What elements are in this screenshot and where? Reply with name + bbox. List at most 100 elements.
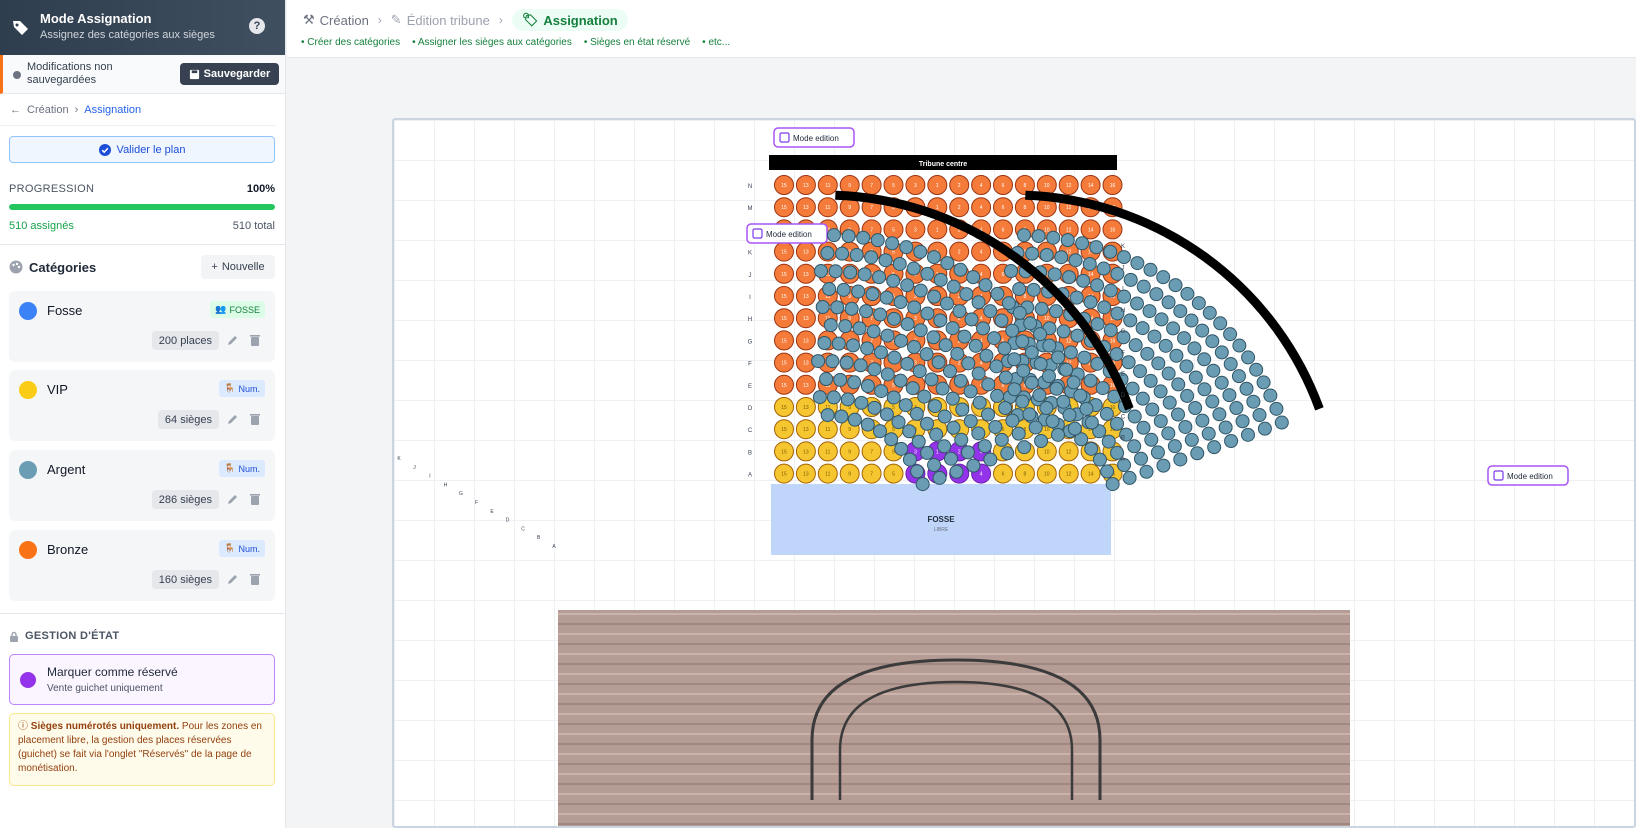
seat[interactable] [1257, 421, 1272, 436]
seat[interactable] [886, 273, 901, 288]
step-creation[interactable]: ⚒ Création [303, 12, 369, 28]
seat[interactable] [867, 362, 882, 377]
seat[interactable] [1103, 323, 1118, 338]
seat[interactable] [1007, 382, 1022, 397]
seat[interactable] [963, 414, 978, 429]
seat[interactable] [1117, 289, 1132, 304]
trash-icon[interactable] [248, 572, 262, 586]
seat[interactable] [1184, 432, 1199, 447]
seat[interactable] [1103, 244, 1118, 259]
seat[interactable] [1034, 301, 1049, 316]
seat[interactable] [1188, 400, 1203, 415]
seat[interactable] [907, 340, 922, 355]
seat[interactable] [873, 307, 888, 322]
seat[interactable] [1167, 439, 1182, 454]
seat[interactable] [987, 331, 1002, 346]
pencil-icon[interactable] [226, 412, 240, 426]
seat[interactable] [847, 375, 862, 390]
seat[interactable] [963, 384, 978, 399]
seat[interactable] [859, 304, 874, 319]
seat[interactable] [976, 321, 991, 336]
seat[interactable] [1252, 408, 1267, 423]
seat[interactable] [872, 270, 887, 285]
seat[interactable] [917, 389, 932, 404]
seat[interactable] [1169, 348, 1184, 363]
seat[interactable] [866, 324, 881, 339]
seat[interactable] [1084, 415, 1099, 430]
seat[interactable] [1034, 433, 1049, 448]
seat[interactable] [1201, 426, 1216, 441]
breadcrumb-back[interactable]: Création [27, 104, 69, 116]
seat[interactable] [1173, 452, 1188, 467]
help-button[interactable]: ? [249, 18, 265, 34]
seat[interactable] [913, 323, 928, 338]
seat[interactable] [959, 287, 974, 302]
seat[interactable] [1046, 230, 1061, 245]
seat[interactable] [900, 278, 915, 293]
seat[interactable] [820, 246, 835, 261]
seat[interactable] [1239, 381, 1254, 396]
seat[interactable] [1214, 345, 1229, 360]
seat[interactable] [1213, 316, 1228, 331]
seat[interactable] [1128, 338, 1143, 353]
trash-icon[interactable] [248, 333, 262, 347]
seat[interactable] [977, 439, 992, 454]
seat[interactable] [1024, 345, 1039, 360]
seat[interactable] [1195, 323, 1210, 338]
seat[interactable] [1028, 420, 1043, 435]
seat[interactable] [1143, 262, 1158, 277]
seat[interactable] [1069, 290, 1084, 305]
save-button[interactable]: Sauvegarder [180, 63, 279, 85]
seat[interactable] [983, 304, 998, 319]
pencil-icon[interactable] [226, 333, 240, 347]
seat[interactable] [1056, 324, 1071, 339]
seat[interactable] [1158, 338, 1173, 353]
seat[interactable] [878, 253, 893, 268]
seat[interactable] [1076, 273, 1091, 288]
seat[interactable] [864, 250, 879, 265]
seat[interactable] [1132, 364, 1147, 379]
seat[interactable] [1012, 305, 1027, 320]
seat[interactable] [898, 398, 913, 413]
seat[interactable] [1031, 229, 1046, 244]
seat[interactable] [990, 388, 1005, 403]
seat[interactable] [1232, 338, 1247, 353]
seat[interactable] [834, 409, 849, 424]
seat[interactable] [879, 407, 894, 422]
seat[interactable] [1090, 317, 1105, 332]
seat[interactable] [1059, 362, 1074, 377]
seat[interactable] [1024, 375, 1039, 390]
seat[interactable] [1062, 270, 1077, 285]
seat[interactable] [978, 278, 993, 293]
seat[interactable] [938, 338, 953, 353]
seat[interactable] [1205, 334, 1220, 349]
seat[interactable] [966, 458, 981, 473]
seat[interactable] [1161, 295, 1176, 310]
seat[interactable] [990, 286, 1005, 301]
seat[interactable] [1177, 331, 1192, 346]
seat[interactable] [900, 356, 915, 371]
seat[interactable] [1105, 477, 1120, 492]
seat[interactable] [1045, 414, 1060, 429]
seat[interactable] [1033, 327, 1048, 342]
seat[interactable] [1011, 426, 1026, 441]
seat[interactable] [1188, 370, 1203, 385]
seat[interactable] [1224, 433, 1239, 448]
seat[interactable] [932, 470, 947, 485]
seat[interactable] [831, 336, 846, 351]
seat[interactable] [972, 395, 987, 410]
seat[interactable] [1153, 414, 1168, 429]
seat[interactable] [1180, 388, 1195, 403]
seat[interactable] [856, 230, 871, 245]
seat[interactable] [1062, 408, 1077, 423]
seat[interactable] [1100, 464, 1115, 479]
seat[interactable] [1206, 363, 1221, 378]
seat[interactable] [849, 248, 864, 263]
seat[interactable] [953, 373, 968, 388]
seat[interactable] [1073, 388, 1088, 403]
seat[interactable] [1095, 381, 1110, 396]
seat[interactable] [1025, 246, 1040, 261]
seat[interactable] [1082, 256, 1097, 271]
seat[interactable] [1197, 382, 1212, 397]
step-edition[interactable]: ✎ Édition tribune [391, 12, 490, 28]
